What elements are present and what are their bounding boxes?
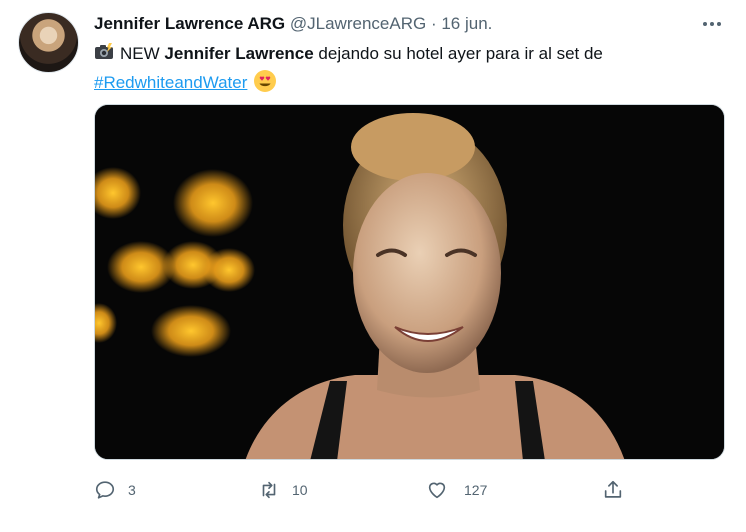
reply-count: 3: [128, 482, 136, 498]
tweet-date[interactable]: 16 jun.: [441, 14, 492, 33]
more-options-icon[interactable]: [700, 12, 724, 36]
tweet-header: Jennifer Lawrence ARG @JLawrenceARG · 16…: [94, 13, 492, 35]
action-bar: 3 10 127: [94, 476, 654, 504]
retweet-icon: [262, 481, 276, 499]
retweet-button[interactable]: 10: [258, 476, 308, 504]
heart-icon: [428, 482, 446, 499]
retweet-count: 10: [292, 482, 308, 498]
display-name[interactable]: Jennifer Lawrence ARG: [94, 14, 285, 33]
avatar[interactable]: [18, 12, 79, 73]
share-button[interactable]: [602, 476, 624, 504]
camera-flash-emoji-icon: [94, 42, 114, 69]
reply-icon: [95, 481, 115, 499]
text-middle: dejando su hotel ayer para ir al set de: [318, 44, 603, 63]
tweet[interactable]: Jennifer Lawrence ARG @JLawrenceARG · 16…: [0, 0, 746, 532]
text-bold-name: Jennifer Lawrence: [164, 44, 314, 63]
share-icon: [604, 480, 622, 498]
tweet-photo[interactable]: [94, 104, 725, 460]
separator: ·: [430, 14, 437, 33]
tweet-text: NEW Jennifer Lawrence dejando su hotel a…: [94, 41, 714, 100]
text-prefix: NEW: [120, 44, 160, 63]
like-count: 127: [464, 482, 488, 498]
like-button[interactable]: 127: [426, 476, 487, 504]
photo-image: [95, 105, 724, 459]
handle[interactable]: @JLawrenceARG: [290, 14, 426, 33]
reply-button[interactable]: 3: [94, 476, 136, 504]
heart-eyes-emoji-icon: [253, 69, 277, 100]
hashtag-link[interactable]: #RedwhiteandWater: [94, 73, 247, 92]
